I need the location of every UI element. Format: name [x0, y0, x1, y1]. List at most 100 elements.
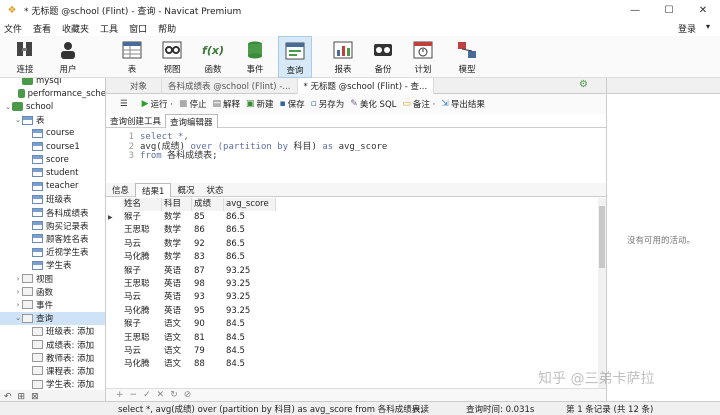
toolbar-query-button[interactable]: 查询 — [278, 36, 312, 78]
tree-node[interactable]: 教师表: 添加 — [0, 351, 105, 364]
add-record-icon[interactable]: + — [116, 390, 124, 400]
tree-node[interactable]: 学生表: 添加 — [0, 378, 105, 390]
tab-0[interactable]: 对象 — [106, 78, 162, 94]
chevron-icon[interactable]: ⌄ — [14, 116, 22, 124]
table-cell[interactable]: 猴子 — [122, 265, 162, 278]
table-cell[interactable]: 86.5 — [224, 238, 276, 251]
table-cell[interactable]: 马云 — [122, 345, 162, 358]
table-cell[interactable]: 英语 — [162, 278, 192, 291]
tab-result1[interactable]: 结果1 — [135, 183, 172, 197]
table-cell[interactable]: 84.5 — [224, 332, 276, 345]
chevron-icon[interactable]: › — [14, 275, 22, 283]
table-cell[interactable]: 93.25 — [224, 305, 276, 318]
query-action-button[interactable]: ▣ 新建 — [246, 98, 274, 110]
tree-node[interactable]: ⌄ 表 — [0, 114, 105, 127]
table-cell[interactable]: 85 — [192, 211, 224, 224]
menu-help[interactable]: 帮助 — [154, 22, 183, 35]
tree-node[interactable]: 成绩表: 添加 — [0, 338, 105, 351]
tab-status[interactable]: 状态 — [200, 183, 229, 197]
chevron-icon[interactable]: ⌄ — [14, 314, 22, 322]
table-cell[interactable]: 81 — [192, 332, 224, 345]
hamburger-icon[interactable]: ☰ — [120, 99, 128, 109]
table-cell[interactable]: 86.5 — [224, 211, 276, 224]
query-action-button[interactable]: ▶ 运行 · — [142, 98, 173, 110]
tree-node[interactable]: mysql — [0, 78, 105, 87]
menu-tools[interactable]: 工具 — [96, 22, 125, 35]
tree-node[interactable]: score — [0, 153, 105, 166]
table-row[interactable]: 马化腾 语文 88 84.5 — [106, 358, 276, 371]
info-toggle-icon[interactable]: ⚙ — [579, 79, 588, 90]
tab-1[interactable]: 各科成绩表 @school (Flint) -... — [162, 78, 298, 94]
tree-node[interactable]: 各科成绩表 — [0, 206, 105, 219]
table-cell[interactable]: 93.25 — [224, 265, 276, 278]
table-cell[interactable]: 语文 — [162, 332, 192, 345]
table-cell[interactable]: 数学 — [162, 224, 192, 237]
table-cell[interactable]: 84.5 — [224, 345, 276, 358]
table-row[interactable]: 马云 数学 92 86.5 — [106, 238, 276, 251]
toolbar-schedule-button[interactable]: 计划 — [406, 36, 440, 78]
table-cell[interactable]: 95 — [192, 305, 224, 318]
toolbar-function-button[interactable]: f(x) 函数 — [196, 36, 230, 78]
table-cell[interactable]: 英语 — [162, 265, 192, 278]
table-row[interactable]: 马化腾 数学 83 86.5 — [106, 251, 276, 264]
tree-node[interactable]: › 函数 — [0, 285, 105, 298]
collapse-icon[interactable]: ⊠ — [31, 392, 39, 402]
table-cell[interactable]: 87 — [192, 265, 224, 278]
table-cell[interactable]: 猴子 — [122, 318, 162, 331]
table-cell[interactable]: 王思聪 — [122, 224, 162, 237]
table-cell[interactable]: 马云 — [122, 238, 162, 251]
table-cell[interactable]: 语文 — [162, 318, 192, 331]
query-action-button[interactable]: ⇲ 导出结果 — [441, 98, 485, 110]
table-cell[interactable]: 83 — [192, 251, 224, 264]
table-cell[interactable]: 马化腾 — [122, 251, 162, 264]
table-row[interactable]: 王思聪 英语 98 93.25 — [106, 278, 276, 291]
menu-file[interactable]: 文件 — [0, 22, 29, 35]
menu-view[interactable]: 查看 — [29, 22, 58, 35]
table-cell[interactable]: 语文 — [162, 358, 192, 371]
tree-node[interactable]: 购买记录表 — [0, 219, 105, 232]
chevron-down-icon[interactable]: ▾ — [706, 22, 710, 31]
tab-query-builder[interactable]: 查询创建工具 — [106, 114, 165, 128]
table-cell[interactable]: 86.5 — [224, 224, 276, 237]
table-row[interactable]: 王思聪 语文 81 84.5 — [106, 332, 276, 345]
tree-node[interactable]: teacher — [0, 180, 105, 193]
table-row[interactable]: 猴子 语文 90 84.5 — [106, 318, 276, 331]
toolbar-connection-button[interactable]: 连接 — [8, 36, 42, 78]
column-header[interactable]: 姓名 — [122, 198, 162, 211]
table-cell[interactable]: 马化腾 — [122, 305, 162, 318]
grid-icon[interactable]: ⊞ — [18, 392, 26, 402]
chevron-icon[interactable]: › — [14, 301, 22, 309]
tree-node[interactable]: › 视图 — [0, 272, 105, 285]
tree-node[interactable]: 班级表: 添加 — [0, 325, 105, 338]
table-cell[interactable]: 86 — [192, 224, 224, 237]
table-cell[interactable]: 数学 — [162, 211, 192, 224]
toolbar-view-button[interactable]: 视图 — [155, 36, 189, 78]
tree-node[interactable]: 顾客姓名表 — [0, 232, 105, 245]
tree-node[interactable]: 课程表: 添加 — [0, 364, 105, 377]
table-cell[interactable]: 79 — [192, 345, 224, 358]
table-row[interactable]: 王思聪 数学 86 86.5 — [106, 224, 276, 237]
table-cell[interactable]: 数学 — [162, 238, 192, 251]
query-action-button[interactable]: ▭ 备注 · — [402, 98, 435, 110]
toolbar-report-button[interactable]: 报表 — [326, 36, 360, 78]
table-cell[interactable]: 84.5 — [224, 318, 276, 331]
tree-node[interactable]: course — [0, 127, 105, 140]
tree-node[interactable]: › 事件 — [0, 298, 105, 311]
query-action-button[interactable]: ▫ 另存为 — [311, 98, 345, 110]
tree-node[interactable]: student — [0, 166, 105, 179]
query-action-button[interactable]: ■ 停止 — [179, 98, 207, 110]
table-cell[interactable]: 92 — [192, 238, 224, 251]
scrollbar-thumb[interactable] — [599, 206, 605, 268]
column-header[interactable]: 科目 — [162, 198, 192, 211]
toolbar-backup-button[interactable]: 备份 — [366, 36, 400, 78]
discard-icon[interactable]: ✕ — [157, 390, 165, 400]
toolbar-table-button[interactable]: 表 — [115, 36, 149, 78]
table-row[interactable]: 猴子 英语 87 93.25 — [106, 265, 276, 278]
menu-window[interactable]: 窗口 — [125, 22, 154, 35]
table-cell[interactable]: 86.5 — [224, 251, 276, 264]
table-row[interactable]: 马化腾 英语 95 93.25 — [106, 305, 276, 318]
table-cell[interactable]: 猴子 — [122, 211, 162, 224]
table-cell[interactable]: 英语 — [162, 291, 192, 304]
column-header[interactable]: avg_score — [224, 198, 276, 211]
login-button[interactable]: 登录 — [678, 22, 696, 35]
